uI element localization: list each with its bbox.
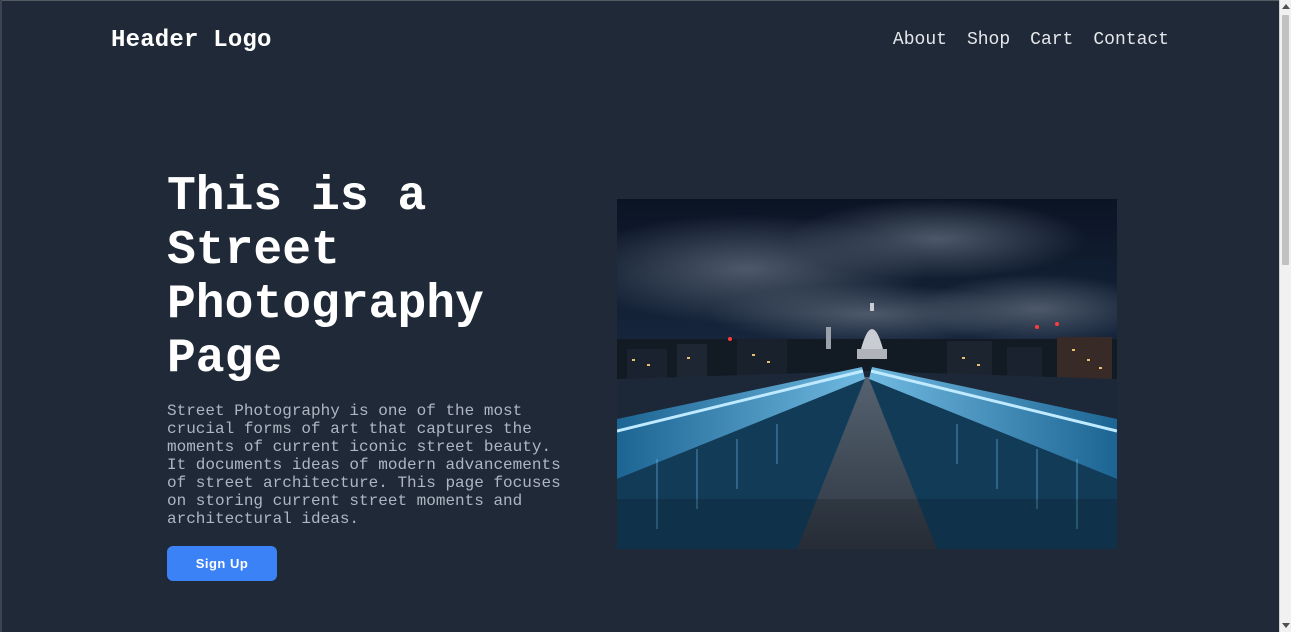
nav-link-shop[interactable]: Shop xyxy=(967,30,1010,50)
scroll-down-arrow-icon[interactable] xyxy=(1282,623,1290,628)
sign-up-button[interactable]: Sign Up xyxy=(167,546,277,581)
site-header: Header Logo About Shop Cart Contact xyxy=(0,0,1280,84)
hero-photo-millennium-bridge xyxy=(617,199,1117,549)
nav-link-about[interactable]: About xyxy=(893,30,947,50)
header-logo[interactable]: Header Logo xyxy=(111,27,272,54)
hero-photo-illustration xyxy=(617,199,1117,549)
scrollbar-thumb[interactable] xyxy=(1282,15,1289,265)
nav-link-contact[interactable]: Contact xyxy=(1093,30,1169,50)
hero-description: Street Photography is one of the most cr… xyxy=(167,402,561,528)
page-scrollbar[interactable] xyxy=(1279,0,1291,632)
nav-link-cart[interactable]: Cart xyxy=(1030,30,1073,50)
hero-title: This is a Street Photography Page xyxy=(167,170,484,386)
window-left-border xyxy=(0,0,2,632)
scroll-up-arrow-icon[interactable] xyxy=(1282,4,1290,9)
main-nav: About Shop Cart Contact xyxy=(893,30,1169,50)
